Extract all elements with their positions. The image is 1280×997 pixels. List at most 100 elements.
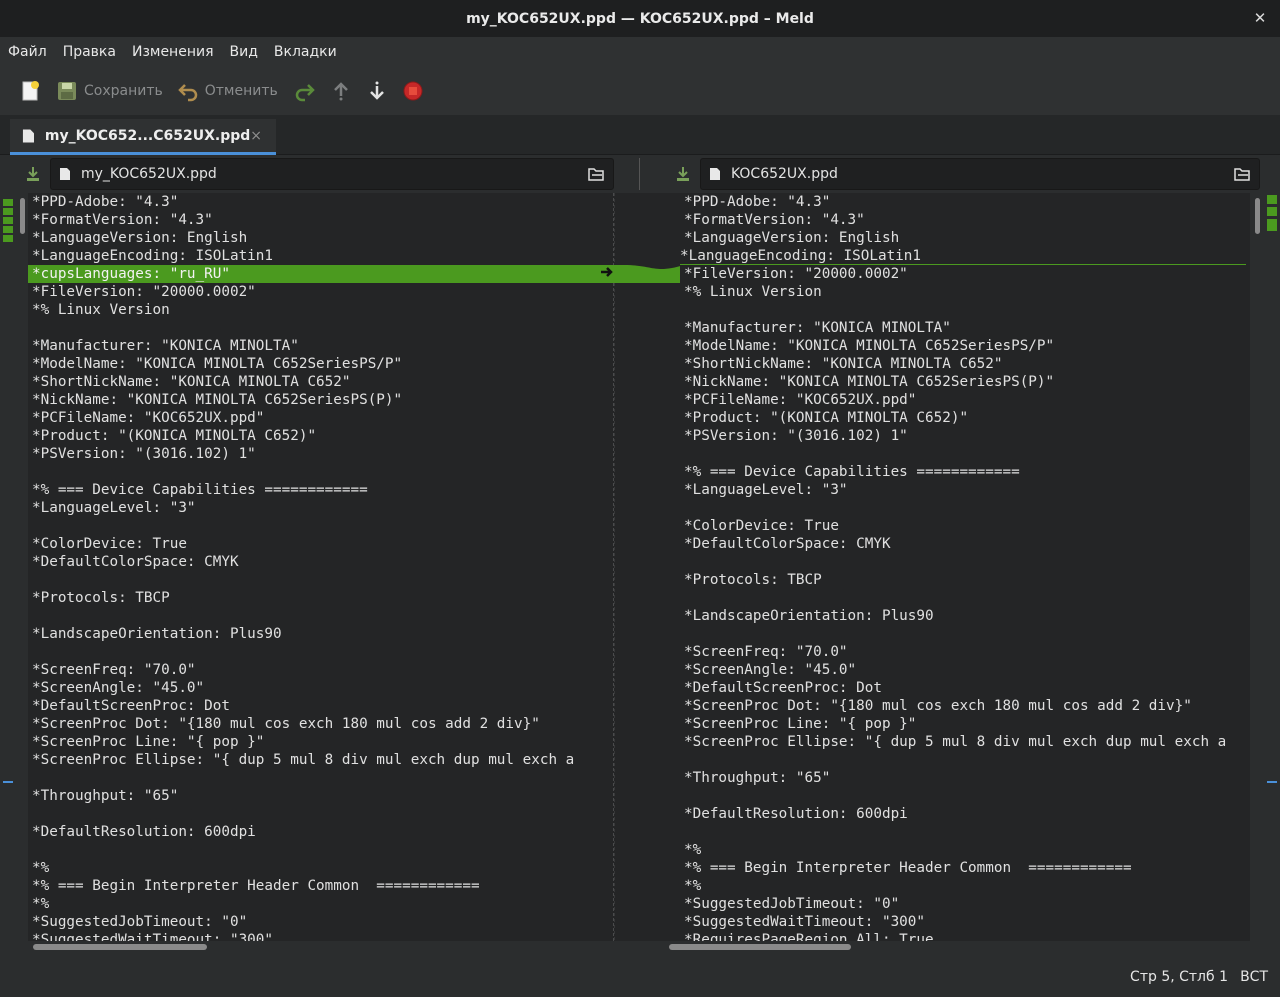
tab-bar: my_KOC652...C652UX.ppd ×	[0, 115, 1280, 155]
code-line: *% === Begin Interpreter Header Common =…	[684, 860, 1132, 876]
code-line: *DefaultColorSpace: CMYK	[32, 554, 239, 570]
stop-button[interactable]	[396, 75, 430, 107]
code-line: *SuggestedWaitTimeout: "300"	[684, 914, 926, 930]
changed-code-line: *cupsLanguages: "ru_RU"	[28, 265, 614, 283]
code-line: *%	[32, 896, 50, 912]
code-line: *Manufacturer: "KONICA MINOLTA"	[32, 338, 299, 354]
menu-bar: Файл Правка Изменения Вид Вкладки	[0, 37, 1280, 67]
code-line: *Protocols: TBCP	[684, 572, 822, 588]
code-line: *FormatVersion: "4.3"	[684, 212, 865, 228]
code-line: *DefaultScreenProc: Dot	[684, 680, 882, 696]
code-line: *DefaultResolution: 600dpi	[684, 806, 908, 822]
code-line: *ScreenProc Ellipse: "{ dup 5 mul 8 div …	[684, 734, 1227, 750]
left-overview-map[interactable]	[3, 193, 13, 941]
code-line: *DefaultScreenProc: Dot	[32, 698, 230, 714]
code-line: *ShortNickName: "KONICA MINOLTA C652"	[684, 356, 1003, 372]
open-file-icon[interactable]	[1233, 166, 1251, 182]
document-icon	[710, 168, 720, 180]
code-line: *Protocols: TBCP	[32, 590, 170, 606]
code-line: *FileVersion: "20000.0002"	[32, 284, 256, 300]
left-file-entry[interactable]: my_KOC652UX.ppd	[50, 158, 614, 190]
right-text-pane[interactable]: *PPD-Adobe: "4.3" *FormatVersion: "4.3" *L…	[680, 193, 1250, 941]
diff-link-svg	[602, 193, 684, 941]
code-line: *ScreenAngle: "45.0"	[32, 680, 205, 696]
code-line: *DefaultColorSpace: CMYK	[684, 536, 891, 552]
document-icon	[60, 168, 70, 180]
window-close-button[interactable]: ✕	[1250, 8, 1270, 28]
insert-mode: ВСТ	[1240, 969, 1268, 985]
arrow-up-icon	[333, 82, 348, 101]
left-vertical-scrollbar[interactable]	[20, 198, 25, 234]
open-file-icon[interactable]	[587, 166, 605, 182]
menu-changes[interactable]: Изменения	[124, 44, 222, 60]
next-change-button[interactable]	[360, 75, 394, 107]
overview-change-marker	[3, 199, 13, 206]
code-line: *RequiresPageRegion All: True	[684, 932, 934, 941]
code-line: *LanguageVersion: English	[684, 230, 900, 246]
title-bar: my_KOC652UX.ppd — KOC652UX.ppd – Meld ✕	[0, 0, 1280, 37]
overview-change-marker	[3, 208, 13, 215]
overview-viewport-marker	[3, 781, 13, 783]
code-line: *% === Device Capabilities ============	[684, 464, 1020, 480]
redo-icon	[295, 84, 315, 102]
code-line: *DefaultResolution: 600dpi	[32, 824, 256, 840]
right-overview-map[interactable]	[1267, 193, 1277, 941]
menu-file[interactable]: Файл	[0, 44, 55, 60]
code-line: *ScreenProc Line: "{ pop }"	[32, 734, 265, 750]
code-line: *ScreenProc Ellipse: "{ dup 5 mul 8 div …	[32, 752, 575, 768]
undo-icon	[177, 84, 197, 102]
code-line: *PSVersion: "(3016.102) 1"	[684, 428, 908, 444]
code-line: *LanguageLevel: "3"	[32, 500, 196, 516]
code-line: *LanguageEncoding: ISOLatin1	[32, 248, 274, 264]
undo-button[interactable]: Отменить	[171, 75, 284, 107]
code-line: *PCFileName: "KOC652UX.ppd"	[684, 392, 917, 408]
code-line: *PPD-Adobe: "4.3"	[32, 194, 179, 210]
new-comparison-button[interactable]	[12, 75, 48, 107]
menu-tabs[interactable]: Вкладки	[266, 44, 345, 60]
tab-label: my_KOC652...C652UX.ppd	[44, 127, 251, 144]
left-save-icon[interactable]	[24, 165, 42, 183]
code-line: *ModelName: "KONICA MINOLTA C652SeriesPS…	[32, 356, 403, 372]
arrow-down-icon	[369, 81, 384, 100]
tab-close-button[interactable]: ×	[250, 128, 262, 144]
tab-comparison[interactable]: my_KOC652...C652UX.ppd ×	[10, 119, 276, 155]
code-line: *Manufacturer: "KONICA MINOLTA"	[684, 320, 951, 336]
left-file-bar: my_KOC652UX.ppd	[0, 156, 614, 192]
left-text-pane[interactable]: *PPD-Adobe: "4.3" *FormatVersion: "4.3" *L…	[28, 193, 614, 941]
menu-view[interactable]: Вид	[222, 44, 266, 60]
code-line: *ScreenProc Line: "{ pop }"	[684, 716, 917, 732]
overview-change-marker	[3, 226, 13, 233]
code-line: *Product: "(KONICA MINOLTA C652)"	[32, 428, 317, 444]
code-line: *ScreenProc Dot: "{180 mul cos exch 180 …	[684, 698, 1192, 714]
push-change-arrow-icon[interactable]	[600, 265, 614, 279]
code-line: *PCFileName: "KOC652UX.ppd"	[32, 410, 265, 426]
save-label: Сохранить	[84, 83, 163, 99]
left-horizontal-scrollbar[interactable]	[33, 944, 207, 950]
code-line: *Throughput: "65"	[32, 788, 179, 804]
right-vertical-scrollbar[interactable]	[1255, 198, 1260, 234]
code-line: *SuggestedJobTimeout: "0"	[684, 896, 900, 912]
status-bar: Стр 5, Стлб 1 ВСТ	[0, 957, 1280, 997]
document-icon	[22, 129, 34, 142]
previous-change-button[interactable]	[324, 75, 358, 107]
code-line: *%	[684, 878, 702, 894]
save-button[interactable]: Сохранить	[50, 75, 169, 107]
code-line: *SuggestedJobTimeout: "0"	[32, 914, 248, 930]
code-line: *FileVersion: "20000.0002"	[684, 266, 908, 282]
overview-change-marker	[1267, 195, 1277, 204]
right-file-entry[interactable]: KOC652UX.ppd	[700, 158, 1260, 190]
overview-viewport-marker	[1267, 781, 1277, 783]
menu-edit[interactable]: Правка	[55, 44, 124, 60]
code-line: *SuggestedWaitTimeout: "300"	[32, 932, 274, 941]
stop-icon	[403, 81, 423, 101]
code-line: *NickName: "KONICA MINOLTA C652SeriesPS(…	[32, 392, 403, 408]
code-line: *LanguageEncoding: ISOLatin1	[680, 247, 1246, 265]
redo-button[interactable]	[286, 75, 322, 107]
code-line: *LandscapeOrientation: Plus90	[32, 626, 282, 642]
code-line: *ColorDevice: True	[684, 518, 839, 534]
toolbar: Сохранить Отменить	[0, 67, 1280, 115]
code-line: *ScreenFreq: "70.0"	[32, 662, 196, 678]
right-horizontal-scrollbar[interactable]	[669, 944, 851, 950]
right-save-icon[interactable]	[674, 165, 692, 183]
code-line: *% Linux Version	[32, 302, 170, 318]
